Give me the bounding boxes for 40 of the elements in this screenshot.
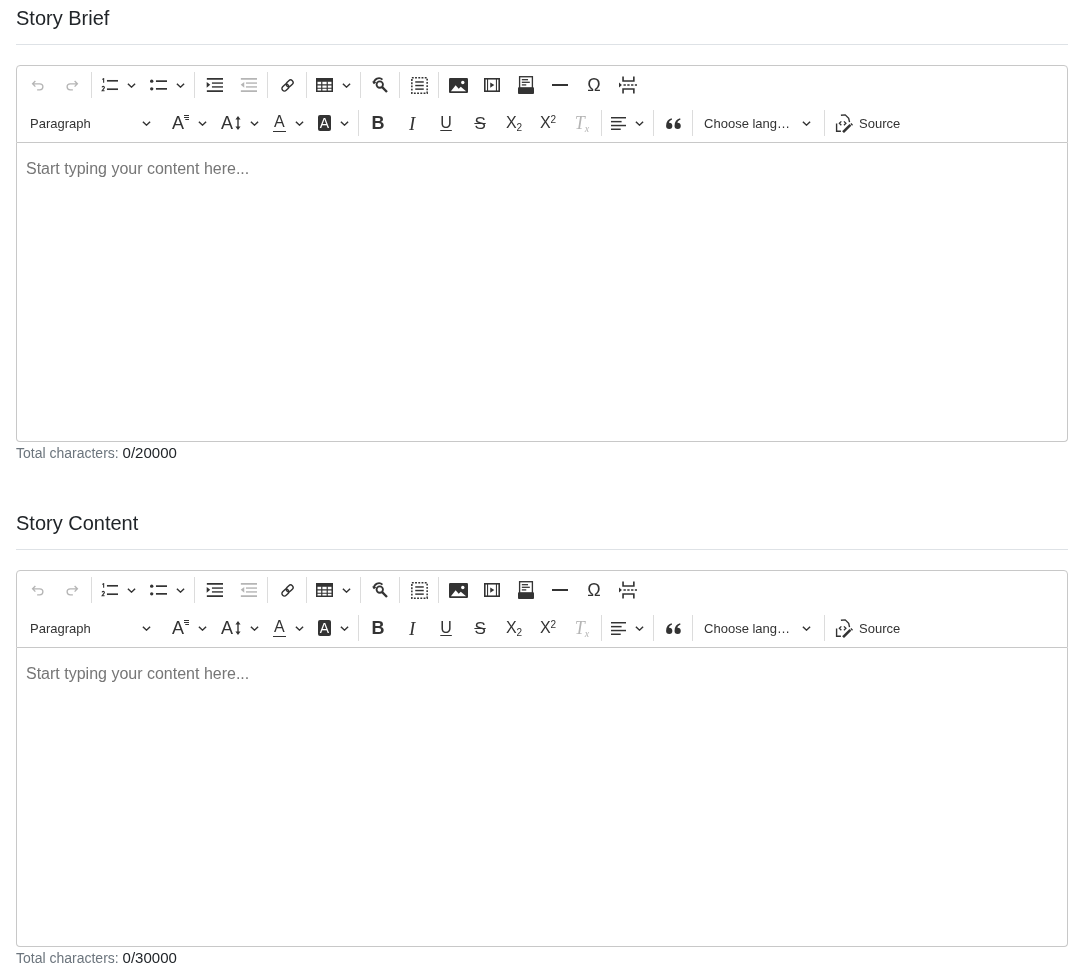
italic-button[interactable]: I — [396, 614, 429, 642]
font-size-button[interactable]: A — [215, 109, 266, 137]
bold-button[interactable]: B — [362, 614, 395, 642]
heading-dropdown[interactable]: Paragraph — [22, 614, 164, 642]
source-button[interactable]: Source — [828, 614, 907, 642]
underline-button[interactable]: U — [430, 109, 463, 137]
font-background-button[interactable]: A — [311, 109, 356, 137]
underline-button[interactable]: U — [430, 614, 463, 642]
font-family-button[interactable]: A — [166, 614, 213, 642]
subscript-button[interactable]: X$_{2}$ — [498, 109, 531, 137]
strikethrough-button[interactable]: S — [464, 614, 497, 642]
editor-content-field[interactable]: Start typing your content here... — [16, 143, 1068, 442]
character-count-label: Total characters: — [16, 445, 119, 461]
section-title: Story Brief — [16, 6, 110, 30]
superscript-button[interactable]: X$^{2}$ — [532, 109, 565, 137]
vertical-arrow-icon — [235, 116, 242, 130]
special-characters-button[interactable]: Ω — [578, 576, 610, 604]
heading-dropdown[interactable]: Paragraph — [22, 109, 164, 137]
character-count-value: 0/20000 — [122, 444, 177, 461]
editor-content-field[interactable]: Start typing your content here... — [16, 648, 1068, 947]
character-count-label: Total characters: — [16, 950, 119, 966]
font-size-button[interactable]: A — [215, 614, 266, 642]
superscript-button[interactable]: X$^{2}$ — [532, 614, 565, 642]
source-button[interactable]: Source — [828, 109, 907, 137]
font-background-button[interactable]: A — [311, 614, 356, 642]
font-color-button[interactable]: A — [267, 614, 310, 642]
text-lines-icon — [184, 115, 189, 120]
text-lines-icon — [184, 620, 189, 625]
strikethrough-button[interactable]: S — [464, 109, 497, 137]
vertical-arrow-icon — [235, 621, 242, 635]
bold-button[interactable]: B — [362, 109, 395, 137]
subscript-button[interactable]: X$_{2}$ — [498, 614, 531, 642]
character-count-value: 0/30000 — [122, 949, 177, 966]
language-dropdown[interactable]: Choose lang… — [696, 614, 822, 642]
section-title: Story Content — [16, 511, 139, 535]
italic-button[interactable]: I — [396, 109, 429, 137]
language-dropdown[interactable]: Choose lang… — [696, 109, 822, 137]
special-characters-button[interactable]: Ω — [578, 71, 610, 99]
font-color-button[interactable]: A — [267, 109, 310, 137]
font-family-button[interactable]: A — [166, 109, 213, 137]
